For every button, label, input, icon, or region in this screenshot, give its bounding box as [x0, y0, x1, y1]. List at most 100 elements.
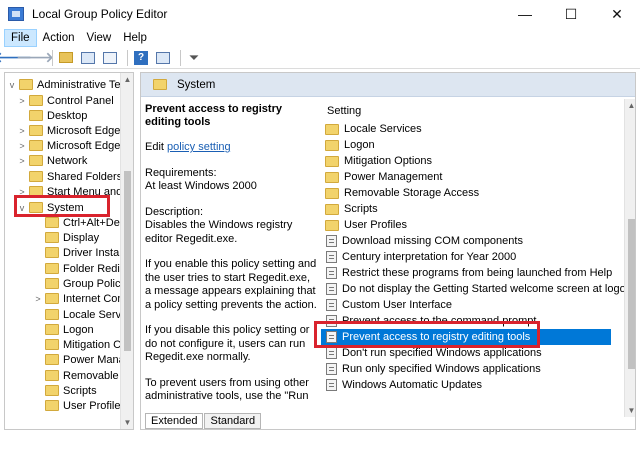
list-item[interactable]: Mitigation Options [321, 153, 611, 169]
menu-file[interactable]: File [4, 28, 37, 47]
folder-icon [45, 324, 59, 335]
list-item-label: Restrict these programs from being launc… [342, 267, 613, 279]
tree-item-logon[interactable]: Logon [33, 322, 94, 337]
tree-item-internet-communication[interactable]: > Internet Con [33, 291, 123, 306]
tree-item-microsoft-edge[interactable]: > Microsoft Edge [17, 123, 120, 138]
tree-item-control-panel[interactable]: > Control Panel [17, 93, 114, 108]
tree-item-power-management[interactable]: Power Mana [33, 352, 125, 367]
tree-item-label: Scripts [63, 384, 97, 397]
tree-item-network[interactable]: > Network [17, 153, 87, 168]
chevron-right-icon[interactable]: > [17, 156, 27, 166]
list-item[interactable]: Do not display the Getting Started welco… [321, 281, 632, 297]
list-item[interactable]: Power Management [321, 169, 611, 185]
tree-item-ctrl-alt-del[interactable]: Ctrl+Alt+De [33, 215, 120, 230]
requirements-value: At least Windows 2000 [145, 180, 257, 192]
window-controls: — ☐ ✕ [502, 0, 640, 28]
scroll-up-icon[interactable]: ▲ [625, 99, 635, 112]
description-label: Description: [145, 205, 204, 218]
settings-list[interactable]: Setting Locale Services Logon Mitigation… [321, 99, 635, 417]
list-item[interactable]: Restrict these programs from being launc… [321, 265, 613, 281]
list-item-label: Windows Automatic Updates [342, 379, 483, 391]
navigation-tree[interactable]: v Administrative Templ > Control Panel Des… [4, 72, 134, 430]
folder-icon [45, 354, 59, 365]
tree-item-folder-redirection[interactable]: Folder Redir [33, 261, 124, 276]
list-item[interactable]: Run only specified Windows applications [321, 361, 611, 377]
list-item[interactable]: Scripts [321, 201, 611, 217]
minimize-button[interactable]: — [502, 0, 548, 28]
list-item[interactable]: Century interpretation for Year 2000 [321, 249, 611, 265]
tree-item-label: Control Panel [47, 94, 114, 107]
chevron-right-icon[interactable]: > [17, 141, 27, 151]
list-item[interactable]: Removable Storage Access [321, 185, 611, 201]
policy-title: Prevent access to registry editing tools [145, 103, 282, 128]
tree-item-label: Mitigation C [63, 338, 122, 351]
chevron-down-icon[interactable]: v [7, 80, 17, 90]
folder-icon [45, 263, 59, 274]
tree-item-system[interactable]: v System [17, 200, 84, 215]
folder-icon [325, 187, 339, 199]
tree-item-user-profiles[interactable]: User Profiles [33, 398, 126, 413]
tree-item-mitigation-options[interactable]: Mitigation C [33, 337, 121, 352]
list-item-selected[interactable]: Prevent access to registry editing tools [321, 329, 611, 345]
tree-item-locale-services[interactable]: Locale Servic [33, 307, 129, 322]
list-item[interactable]: User Profiles [321, 217, 611, 233]
settings-scrollbar[interactable]: ▲ ▼ [624, 99, 635, 417]
tree-item-display[interactable]: Display [33, 230, 99, 245]
list-item[interactable]: Logon [321, 137, 611, 153]
chevron-right-icon[interactable]: > [17, 126, 27, 136]
tree-scrollbar[interactable]: ▲ ▼ [120, 73, 133, 429]
forward-button[interactable]: 🡒 [16, 49, 54, 67]
tree-item-desktop[interactable]: Desktop [17, 108, 87, 123]
list-item[interactable]: Custom User Interface [321, 297, 611, 313]
tree-item-removable-storage[interactable]: Removable S [33, 368, 129, 383]
chevron-right-icon[interactable]: > [17, 187, 27, 197]
policy-setting-icon [326, 267, 337, 279]
tab-standard[interactable]: Standard [204, 413, 262, 429]
chevron-right-icon[interactable]: > [33, 294, 43, 304]
maximize-button[interactable]: ☐ [548, 0, 594, 28]
scrollbar-thumb[interactable] [124, 171, 131, 351]
properties-button[interactable] [154, 49, 172, 67]
tree-item-driver-installation[interactable]: Driver Instal [33, 245, 122, 260]
filter-button[interactable]: ⏷ [185, 49, 203, 67]
close-button[interactable]: ✕ [594, 0, 640, 28]
show-hide-tree-button[interactable] [79, 49, 97, 67]
folder-icon [325, 155, 339, 167]
list-item[interactable]: Download missing COM components [321, 233, 611, 249]
menu-view[interactable]: View [81, 30, 118, 46]
list-item[interactable]: Prevent access to the command prompt [321, 313, 611, 329]
tree-item-label: Group Policy [63, 277, 126, 290]
menu-help[interactable]: Help [117, 30, 153, 46]
list-item[interactable]: Windows Automatic Updates [321, 377, 611, 393]
help-button[interactable]: ? [132, 49, 150, 67]
export-list-button[interactable] [101, 49, 119, 67]
tree-item-group-policy[interactable]: Group Policy [33, 276, 126, 291]
up-one-level-button[interactable] [57, 49, 75, 67]
scroll-up-icon[interactable]: ▲ [121, 73, 133, 86]
list-item-label: Mitigation Options [344, 155, 433, 167]
scroll-down-icon[interactable]: ▼ [625, 404, 635, 417]
scroll-down-icon[interactable]: ▼ [121, 416, 133, 429]
column-header-setting[interactable]: Setting [327, 105, 361, 117]
tree-item-microsoft-edge-2[interactable]: > Microsoft Edge [17, 138, 120, 153]
tab-extended[interactable]: Extended [145, 413, 204, 429]
tree-item-administrative-templates[interactable]: v Administrative Templ [7, 77, 133, 92]
tree-item-label: Ctrl+Alt+De [63, 216, 120, 229]
menu-action[interactable]: Action [37, 30, 81, 46]
details-header: System [141, 73, 635, 97]
list-item[interactable]: Locale Services [321, 121, 611, 137]
list-item-label: Don't run specified Windows applications [342, 347, 542, 359]
tree-item-start-menu[interactable]: > Start Menu and [17, 184, 122, 199]
chevron-down-icon[interactable]: v [17, 203, 27, 213]
edit-prefix: Edit [145, 141, 164, 153]
folder-icon [45, 370, 59, 381]
chevron-right-icon[interactable]: > [17, 96, 27, 106]
tree-item-shared-folders[interactable]: Shared Folders [17, 169, 122, 184]
folder-icon [325, 219, 339, 231]
list-item[interactable]: Don't run specified Windows applications [321, 345, 611, 361]
scrollbar-thumb[interactable] [628, 219, 635, 369]
folder-icon [153, 79, 167, 90]
tree-item-scripts[interactable]: Scripts [33, 383, 97, 398]
view-tabs: Extended Standard [145, 413, 262, 429]
edit-policy-setting-link[interactable]: policy setting [167, 141, 231, 153]
